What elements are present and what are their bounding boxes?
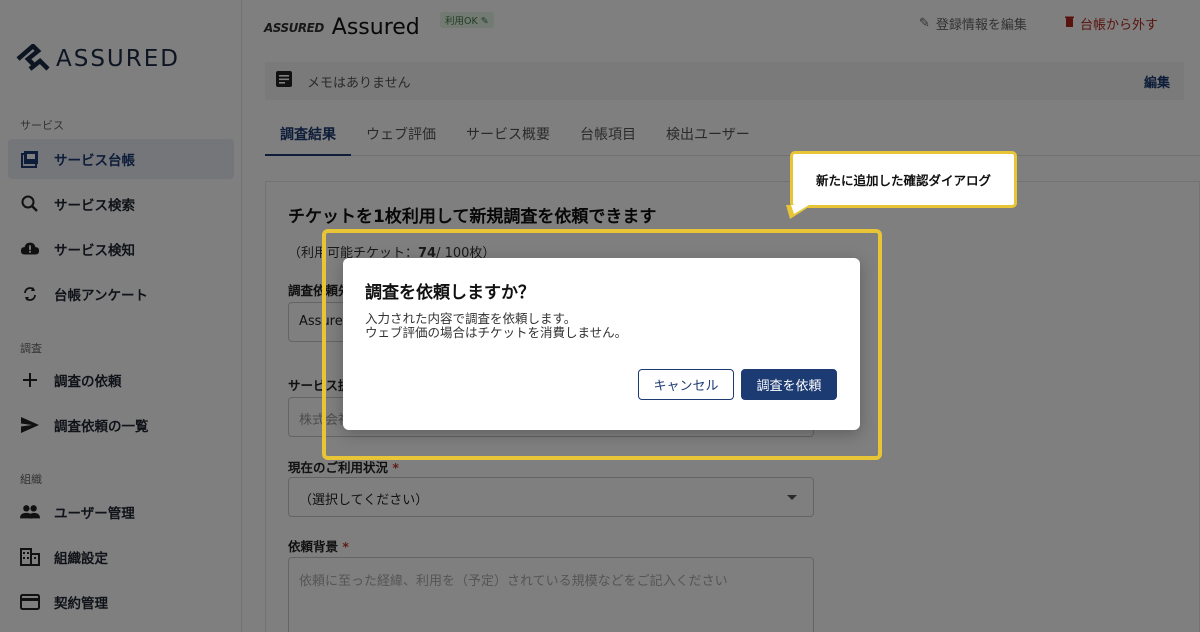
confirm-dialog: 調査を依頼しますか？ 入力された内容で調査を依頼します。 ウェブ評価の場合はチケ… [343,258,860,430]
confirm-request-button[interactable]: 調査を依頼 [741,369,837,400]
annotation-callout: 新たに追加した確認ダイアログ [790,151,1017,208]
dialog-body-line: 入力された内容で調査を依頼します。 [365,311,577,326]
dialog-title: 調査を依頼しますか？ [365,283,535,303]
cancel-button[interactable]: キャンセル [638,369,734,400]
dialog-body: 入力された内容で調査を依頼します。 ウェブ評価の場合はチケットを消費しません。 [365,312,627,340]
annotation-callout-text: 新たに追加した確認ダイアログ [815,173,991,188]
annotation-callout-tail-inner [791,205,809,214]
dialog-body-line: ウェブ評価の場合はチケットを消費しません。 [365,325,628,340]
